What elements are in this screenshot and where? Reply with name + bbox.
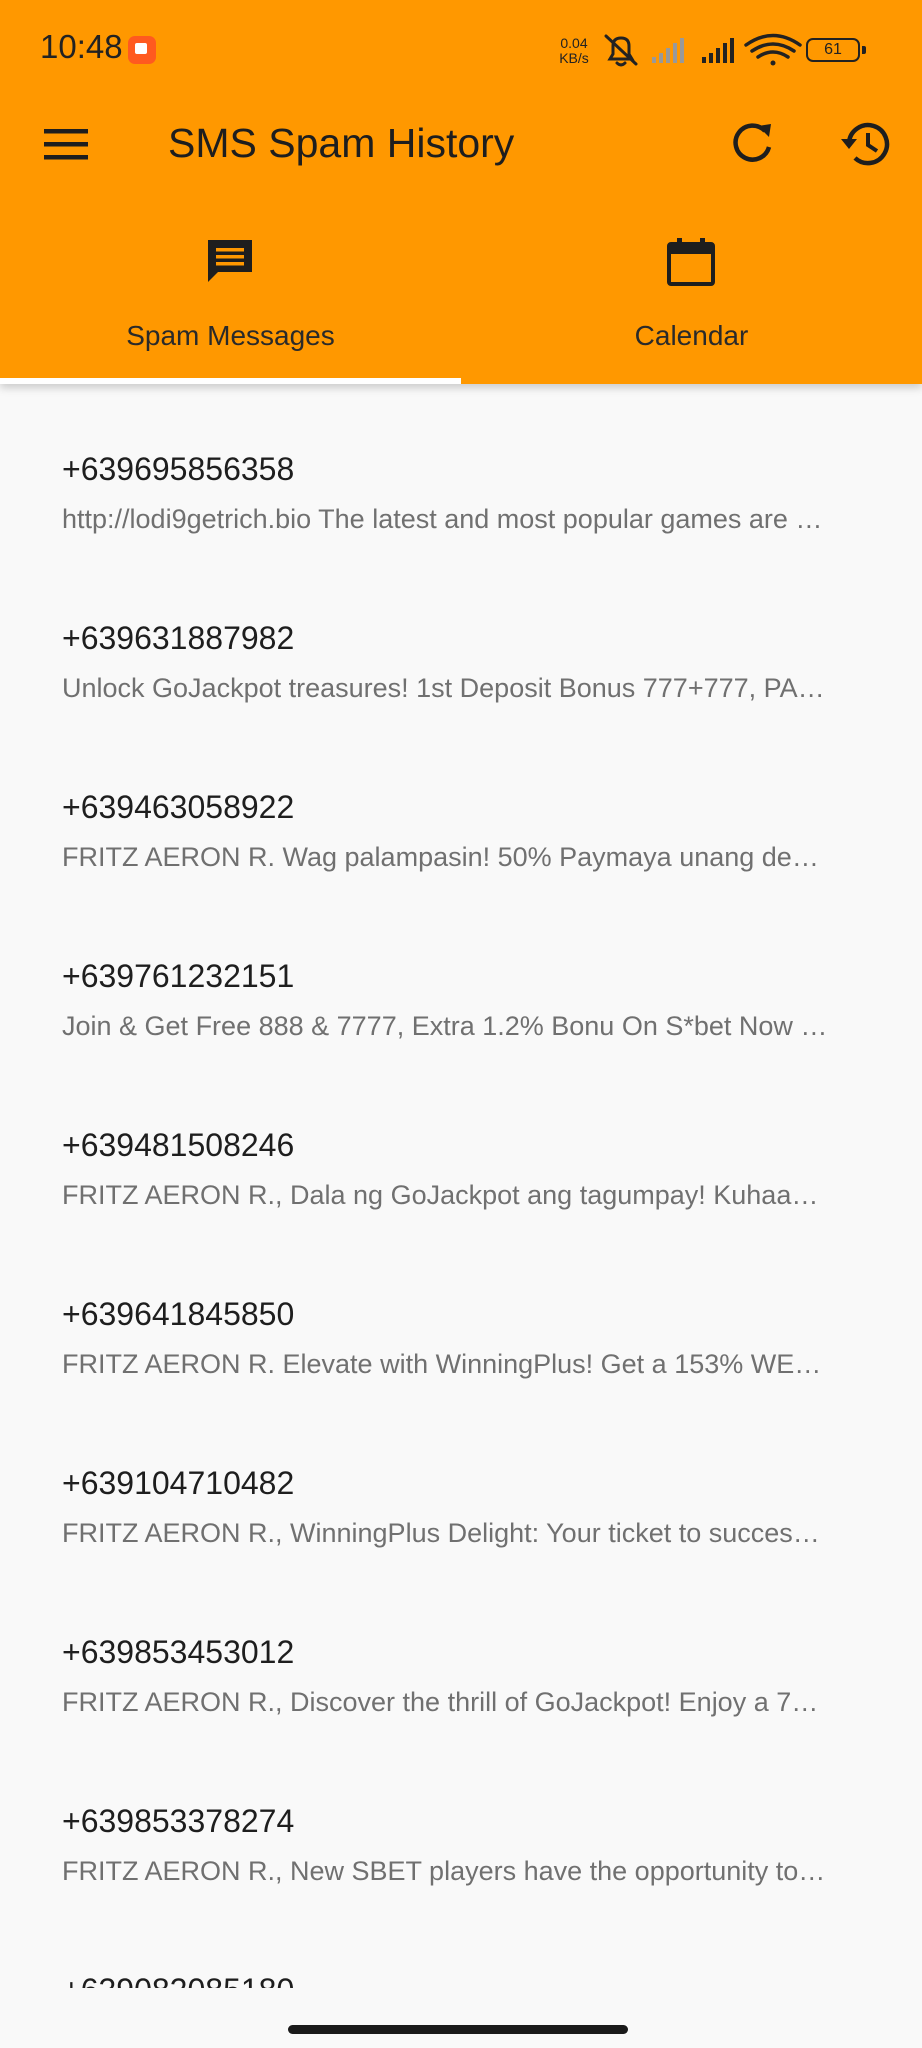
signal-strength-icon-2	[702, 38, 734, 63]
message-item[interactable]: +639082085180	[0, 1905, 922, 1988]
message-item[interactable]: +639631887982 Unlock GoJackpot treasures…	[0, 553, 922, 722]
app-title: SMS Spam History	[168, 120, 515, 166]
message-item[interactable]: +639641845850 FRITZ AERON R. Elevate wit…	[0, 1229, 922, 1398]
notification-app-icon	[128, 36, 156, 64]
message-sender-number: +639853453012	[62, 1634, 295, 1670]
history-icon	[841, 122, 890, 166]
message-item[interactable]: +639463058922 FRITZ AERON R. Wag palampa…	[0, 722, 922, 891]
message-preview: FRITZ AERON R. Wag palampasin! 50% Payma…	[62, 842, 819, 872]
selected-tab-indicator	[0, 378, 461, 384]
message-item[interactable]: +639695856358 http://lodi9getrich.bio Th…	[0, 384, 922, 553]
message-item[interactable]: +639853453012 FRITZ AERON R., Discover t…	[0, 1567, 922, 1736]
message-icon	[208, 240, 252, 282]
menu-button[interactable]	[36, 114, 96, 174]
home-gesture-bar[interactable]	[288, 2025, 628, 2034]
refresh-icon	[733, 123, 772, 162]
tab-calendar-label: Calendar	[634, 320, 749, 351]
signal-strength-icon-1	[652, 38, 684, 63]
network-speed-unit: KB/s	[559, 50, 589, 66]
message-sender-number: +639082085180	[62, 1972, 294, 1988]
message-preview: FRITZ AERON R., New SBET players have th…	[62, 1856, 826, 1886]
refresh-button[interactable]	[722, 114, 782, 174]
message-sender-number: +639631887982	[62, 620, 295, 656]
battery-icon: 61	[806, 38, 866, 62]
status-bar: 10:48 0.04 KB/s 61	[0, 0, 922, 100]
network-speed-value: 0.04	[560, 35, 588, 51]
wifi-icon	[744, 33, 802, 66]
message-preview: http://lodi9getrich.bio The latest and m…	[62, 504, 823, 534]
hamburger-menu-icon	[44, 129, 88, 160]
tab-calendar[interactable]: Calendar	[461, 222, 922, 384]
message-sender-number: +639761232151	[62, 958, 295, 994]
message-item[interactable]: +639853378274 FRITZ AERON R., New SBET p…	[0, 1736, 922, 1905]
message-preview: FRITZ AERON R., Discover the thrill of G…	[62, 1687, 819, 1717]
message-item[interactable]: +639481508246 FRITZ AERON R., Dala ng Go…	[0, 1060, 922, 1229]
calendar-icon	[667, 238, 715, 286]
message-sender-number: +639481508246	[62, 1127, 295, 1163]
message-sender-number: +639104710482	[62, 1465, 295, 1501]
silent-bell-icon	[604, 34, 638, 67]
tab-spam-messages[interactable]: Spam Messages	[0, 222, 461, 384]
message-sender-number: +639463058922	[62, 789, 295, 825]
tab-spam-messages-label: Spam Messages	[126, 320, 335, 351]
spam-message-list[interactable]: +639695856358 http://lodi9getrich.bio Th…	[0, 384, 922, 1988]
status-icons	[604, 33, 802, 67]
network-speed: 0.04 KB/s	[552, 36, 596, 66]
battery-level: 61	[824, 41, 842, 58]
message-preview: FRITZ AERON R., WinningPlus Delight: You…	[62, 1518, 820, 1548]
message-item[interactable]: +639104710482 FRITZ AERON R., WinningPlu…	[0, 1398, 922, 1567]
message-preview: Unlock GoJackpot treasures! 1st Deposit …	[62, 673, 825, 703]
message-item[interactable]: +639761232151 Join & Get Free 888 & 7777…	[0, 891, 922, 1060]
app-header: 10:48 0.04 KB/s 61 SMS Spam History Spam…	[0, 0, 922, 384]
history-button[interactable]	[836, 114, 896, 174]
message-sender-number: +639695856358	[62, 451, 295, 487]
message-preview: Join & Get Free 888 & 7777, Extra 1.2% B…	[62, 1011, 828, 1041]
message-preview: FRITZ AERON R. Elevate with WinningPlus!…	[62, 1349, 822, 1379]
message-sender-number: +639641845850	[62, 1296, 295, 1332]
message-sender-number: +639853378274	[62, 1803, 295, 1839]
message-preview: FRITZ AERON R., Dala ng GoJackpot ang ta…	[62, 1180, 819, 1210]
status-time: 10:48	[40, 28, 123, 65]
